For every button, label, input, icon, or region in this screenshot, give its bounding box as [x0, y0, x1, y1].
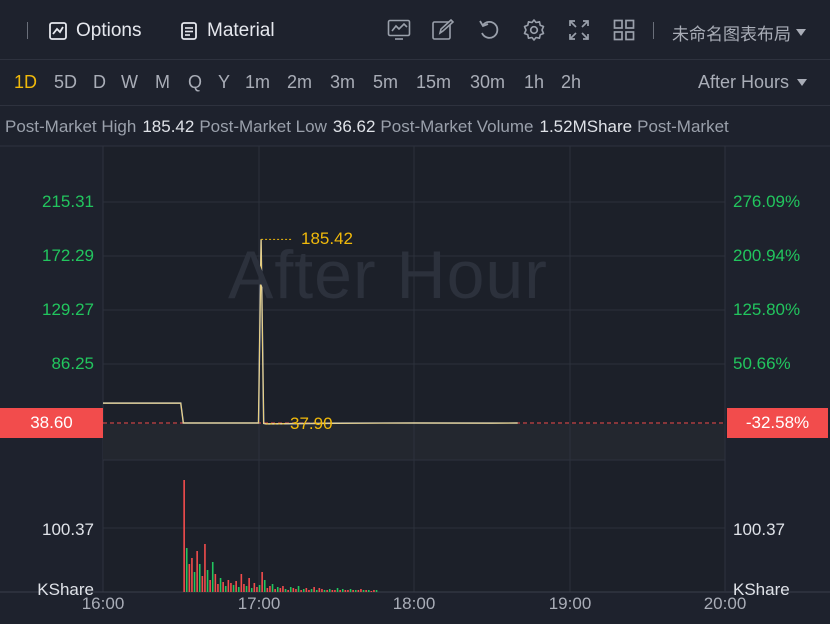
volume-bar: [331, 590, 334, 592]
volume-bar: [250, 588, 253, 592]
y-tick-right: 276.09%: [733, 192, 801, 211]
volume-bar: [297, 586, 300, 592]
volume-bar: [256, 587, 258, 592]
x-axis-label: 19:00: [548, 594, 592, 613]
volume-bar: [188, 564, 191, 592]
y-tick-right: 50.66%: [733, 354, 791, 373]
volume-bar: [328, 589, 331, 592]
volume-bar: [206, 570, 209, 592]
volume-bar: [360, 589, 362, 592]
volume-bar: [310, 589, 313, 592]
volume-bar: [354, 590, 357, 592]
y-tick-left: 86.25: [51, 354, 94, 373]
volume-bar: [240, 574, 243, 592]
volume-bar: [323, 590, 326, 592]
volume-bar: [204, 544, 206, 592]
volume-bar: [284, 589, 287, 592]
volume-bar: [214, 574, 217, 592]
volume-bar: [341, 589, 344, 592]
volume-bar: [339, 590, 341, 592]
volume-bar: [237, 587, 240, 592]
volume-bar: [183, 480, 185, 592]
y-tick-right: 200.94%: [733, 246, 801, 265]
volume-bar: [217, 584, 219, 592]
volume-bar: [232, 585, 235, 592]
y-tick-right: 125.80%: [733, 300, 801, 319]
volume-bar: [334, 590, 336, 592]
y-tick-left: 129.27: [42, 300, 94, 319]
volume-bar: [258, 585, 261, 592]
volume-bar: [365, 590, 367, 592]
chart-app: { "toolbar": { "options_label": "Options…: [0, 0, 830, 624]
volume-bar: [302, 589, 305, 592]
volume-bar: [193, 572, 196, 592]
volume-bar: [261, 572, 263, 592]
high-marker-label: 185.42: [301, 229, 353, 248]
volume-bar: [357, 590, 360, 592]
volume-bar: [292, 588, 295, 592]
volume-bar: [287, 590, 289, 592]
volume-bar: [308, 590, 310, 592]
volume-bar: [271, 584, 274, 592]
volume-bar: [318, 588, 321, 592]
current-change-tag: -32.58%: [727, 408, 828, 438]
volume-bar: [198, 564, 201, 592]
volume-bar: [219, 578, 222, 592]
current-price-tag: 38.60: [0, 408, 103, 438]
chart-grid: [0, 145, 830, 593]
volume-bar: [375, 590, 378, 592]
volume-bar: [185, 548, 188, 592]
volume-bar: [201, 576, 204, 592]
volume-bar: [253, 583, 256, 592]
volume-bar: [209, 580, 211, 592]
volume-bar: [279, 588, 282, 592]
volume-bar: [349, 589, 352, 592]
volume-bar: [235, 581, 237, 592]
volume-bar: [347, 590, 349, 592]
volume-tick-left: 100.37: [42, 520, 94, 539]
volume-bar: [300, 590, 302, 592]
volume-bar: [373, 590, 375, 592]
volume-bar: [222, 582, 224, 592]
volume-bar: [211, 562, 214, 592]
volume-bar: [321, 589, 323, 592]
volume-bar: [248, 578, 250, 592]
y-tick-left: 172.29: [42, 246, 94, 265]
x-axis-label: 20:00: [703, 594, 747, 613]
volume-bar: [315, 590, 318, 592]
volume-bar: [269, 586, 271, 592]
volume-bar: [196, 551, 198, 592]
volume-bar: [230, 583, 232, 592]
volume-bar: [274, 589, 276, 592]
volume-bar: [352, 590, 354, 592]
volume-bar: [282, 586, 284, 592]
volume-bar: [326, 590, 328, 592]
volume-bar: [245, 586, 248, 592]
volume-bar: [336, 588, 339, 592]
x-axis-label: 18:00: [392, 594, 436, 613]
volume-bar: [224, 586, 227, 592]
low-marker-label: 37.90: [290, 414, 333, 433]
volume-bar: [370, 591, 373, 592]
volume-tick-right: 100.37: [733, 520, 785, 539]
volume-bar: [344, 590, 347, 592]
volume-bar: [295, 589, 297, 592]
volume-bar: [191, 558, 193, 592]
volume-bar: [367, 590, 370, 592]
volume-bar: [266, 588, 269, 592]
x-axis-label: 16:00: [81, 594, 125, 613]
volume-bar: [362, 590, 365, 592]
y-tick-left: 215.31: [42, 192, 94, 211]
volume-bar: [305, 588, 308, 592]
volume-bar: [243, 584, 245, 592]
volume-bar: [263, 580, 266, 592]
x-axis-label: 17:00: [237, 594, 281, 613]
volume-bar: [276, 587, 279, 592]
volume-bar: [313, 587, 315, 592]
volume-bar: [227, 580, 230, 592]
watermark: After Hour: [228, 237, 548, 313]
volume-bar: [289, 587, 292, 592]
